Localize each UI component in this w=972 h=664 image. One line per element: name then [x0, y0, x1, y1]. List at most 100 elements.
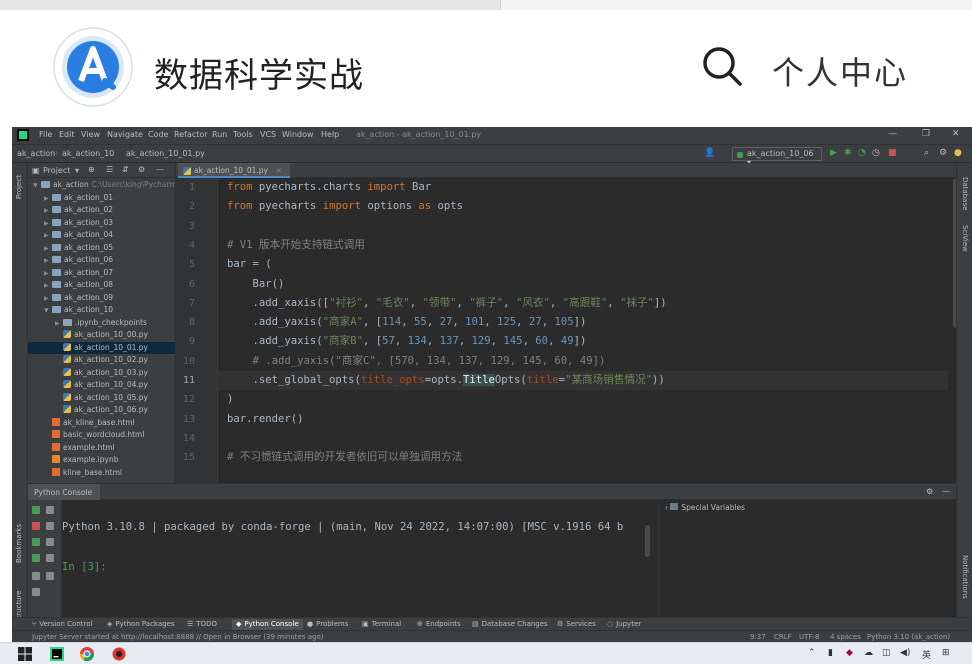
- tree-item[interactable]: ▶ ak_action_04: [28, 229, 175, 242]
- search-everywhere-icon[interactable]: ⌕: [924, 148, 929, 158]
- code-line[interactable]: .add_yaxis("商家A", [114, 55, 27, 101, 125…: [227, 313, 587, 332]
- windows-start-icon[interactable]: [18, 647, 32, 661]
- line-number[interactable]: 2: [176, 201, 195, 212]
- console-settings-gear-icon[interactable]: [32, 572, 40, 580]
- console-tab[interactable]: Python Console: [28, 484, 101, 500]
- bottom-tab[interactable]: ☰ TODO: [187, 620, 217, 628]
- tree-item[interactable]: ▶ .ipynb_checkpoints: [28, 317, 175, 330]
- code-line[interactable]: bar = (: [227, 255, 272, 274]
- line-number[interactable]: 8: [176, 317, 195, 328]
- line-number[interactable]: 14: [176, 433, 195, 444]
- line-number[interactable]: 9: [176, 336, 195, 347]
- line-number[interactable]: 6: [176, 279, 195, 290]
- search-icon[interactable]: [700, 44, 744, 88]
- line-number[interactable]: 13: [176, 414, 195, 425]
- menu-help[interactable]: Help: [321, 130, 339, 139]
- code-line[interactable]: # 不习惯链式调用的开发者依旧可以单独调用方法: [227, 448, 462, 467]
- update-icon[interactable]: ●: [954, 148, 962, 158]
- bottom-tab[interactable]: ⚙ Services: [557, 620, 596, 628]
- tree-item[interactable]: ▶ ak_action_01: [28, 192, 175, 205]
- tree-item[interactable]: ▶ ak_action_09: [28, 292, 175, 305]
- code-line[interactable]: from pyecharts.charts import Bar: [227, 178, 431, 197]
- bottom-tab[interactable]: ▤ Database Changes: [472, 620, 548, 628]
- line-number[interactable]: 3: [176, 221, 195, 232]
- bottom-tab[interactable]: ◈ Python Packages: [107, 620, 175, 628]
- bottom-tab[interactable]: ● Problems: [307, 620, 348, 628]
- tree-item[interactable]: ▶ ak_action_03: [28, 217, 175, 230]
- dropdown-chevron-icon[interactable]: ▾: [75, 166, 79, 175]
- menu-tools[interactable]: Tools: [233, 130, 253, 139]
- console-output[interactable]: Python 3.10.8 | packaged by conda-forge …: [62, 500, 672, 618]
- tray-app-icon[interactable]: ▮: [828, 648, 833, 658]
- debug-icon[interactable]: ✱: [844, 148, 852, 158]
- menu-refactor[interactable]: Refactor: [174, 130, 208, 139]
- minimize-icon[interactable]: —: [888, 129, 897, 139]
- menu-navigate[interactable]: Navigate: [107, 130, 143, 139]
- tab-close-icon[interactable]: ✕: [275, 166, 281, 175]
- code-line[interactable]: from pyecharts import options as opts: [227, 197, 463, 216]
- line-number[interactable]: 5: [176, 259, 195, 270]
- tree-item[interactable]: kline_base.html: [28, 467, 175, 480]
- tray-shield-icon[interactable]: ◆: [846, 648, 853, 658]
- jupyter-status[interactable]: Jupyter Server started at http://localho…: [32, 633, 323, 641]
- tree-item[interactable]: ▶ ak_action_05: [28, 242, 175, 255]
- code-area[interactable]: ▲1 from pyecharts.charts import Barfrom …: [218, 178, 960, 483]
- line-number[interactable]: 15: [176, 452, 195, 463]
- menu-edit[interactable]: Edit: [59, 130, 75, 139]
- tree-item[interactable]: ▶ ak_action_02: [28, 204, 175, 217]
- tree-item[interactable]: ak_action_10_06.py: [28, 404, 175, 417]
- cursor-position[interactable]: 9:37: [750, 633, 766, 641]
- tree-item[interactable]: basic_wordcloud.html: [28, 429, 175, 442]
- line-number[interactable]: 4: [176, 240, 195, 251]
- show-variables-icon[interactable]: [46, 554, 54, 562]
- console-scroll-thumb[interactable]: [645, 525, 650, 557]
- tree-item[interactable]: example.ipynb: [28, 454, 175, 467]
- breadcrumb-project[interactable]: ak_action: [17, 149, 55, 158]
- tray-expand-icon[interactable]: ⌃: [808, 648, 816, 658]
- code-line[interactable]: # V1 版本开始支持链式调用: [227, 236, 365, 255]
- stop-icon[interactable]: ■: [888, 148, 897, 158]
- scroll-end-icon[interactable]: [46, 522, 54, 530]
- tray-ime-icon[interactable]: ⊞: [942, 648, 950, 658]
- tree-item[interactable]: ▼ ak_action_10: [28, 304, 175, 317]
- tree-item[interactable]: ak_action_10_02.py: [28, 354, 175, 367]
- run-icon[interactable]: ▶: [830, 148, 837, 158]
- bottom-tab[interactable]: ◌ Jupyter: [607, 620, 641, 628]
- code-line[interactable]: Bar(): [227, 275, 285, 294]
- bookmarks-tool-label[interactable]: Bookmarks: [15, 524, 23, 563]
- tray-network-icon[interactable]: ◫: [882, 648, 891, 658]
- project-tool-label[interactable]: Project: [15, 175, 23, 199]
- bottom-tab[interactable]: ⊕ Endpoints: [417, 620, 461, 628]
- app-taskbar-icon[interactable]: [112, 647, 126, 661]
- rerun-icon[interactable]: [32, 506, 40, 514]
- print-icon[interactable]: [46, 538, 54, 546]
- tree-item[interactable]: ak_action_10_04.py: [28, 379, 175, 392]
- collapse-icon[interactable]: ☰: [106, 165, 113, 174]
- user-icon[interactable]: 👤: [704, 148, 715, 158]
- stop-console-icon[interactable]: [32, 522, 40, 530]
- profile-icon[interactable]: ◷: [872, 148, 880, 158]
- bottom-tab[interactable]: ▣ Terminal: [362, 620, 401, 628]
- menu-run[interactable]: Run: [212, 130, 227, 139]
- tray-volume-icon[interactable]: ◀): [900, 648, 910, 658]
- line-number[interactable]: 10: [176, 356, 195, 367]
- code-line[interactable]: ): [227, 390, 233, 409]
- tree-item[interactable]: ▶ ak_action_08: [28, 279, 175, 292]
- notifications-tool-label[interactable]: Notifications: [961, 555, 969, 599]
- console-settings-icon[interactable]: ⚙: [926, 487, 933, 496]
- locate-icon[interactable]: ⊕: [88, 165, 95, 174]
- bottom-tab[interactable]: ⑂ Version Control: [32, 620, 92, 628]
- tree-item[interactable]: ak_action_10_00.py: [28, 329, 175, 342]
- execute-icon[interactable]: [32, 538, 40, 546]
- app-logo-icon[interactable]: [53, 27, 133, 107]
- breadcrumb-file[interactable]: ak_action_10_01.py: [126, 149, 205, 158]
- tree-item[interactable]: example.html: [28, 442, 175, 455]
- database-tool-label[interactable]: Database: [961, 177, 969, 210]
- settings-icon[interactable]: ⚙: [939, 148, 947, 158]
- bottom-tab[interactable]: ◆ Python Console: [232, 619, 303, 630]
- line-separator[interactable]: CRLF: [774, 633, 792, 641]
- gear-icon[interactable]: ⚙: [138, 165, 145, 174]
- special-variables-node[interactable]: › Special Variables: [665, 503, 745, 512]
- history-icon[interactable]: [46, 572, 54, 580]
- close-icon[interactable]: ✕: [952, 129, 960, 139]
